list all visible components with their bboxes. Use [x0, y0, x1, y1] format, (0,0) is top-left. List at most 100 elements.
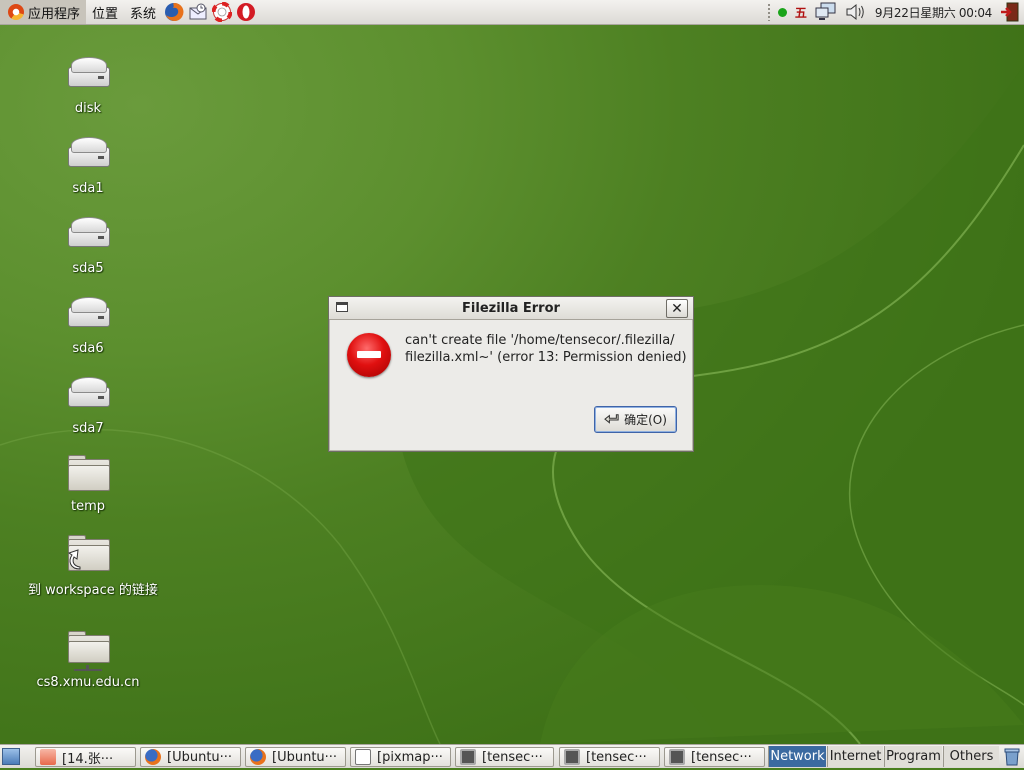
- drive-icon: [66, 135, 110, 175]
- top-panel: 应用程序 位置 系统 五 9月22日星期六 00:04: [0, 0, 1024, 25]
- evolution-icon: [189, 3, 207, 20]
- close-icon: ✕: [671, 300, 683, 317]
- taskbar-button[interactable]: [pixmap···: [350, 747, 451, 767]
- desktop-icon-label: sda7: [72, 421, 104, 436]
- terminal-icon: [460, 749, 476, 765]
- window-menu-icon[interactable]: [336, 302, 348, 312]
- system-menu-label: 系统: [130, 6, 157, 22]
- document-icon: [355, 749, 371, 765]
- panel-separator: [766, 3, 771, 21]
- ok-button[interactable]: 确定(O): [594, 406, 677, 433]
- desktop-icon-label: disk: [74, 101, 102, 116]
- workspace-others[interactable]: Others: [943, 746, 999, 767]
- workspace-internet[interactable]: Internet: [827, 746, 883, 767]
- desktop-icon-workspace-link[interactable]: 到 workspace 的链接: [28, 533, 158, 598]
- places-menu[interactable]: 位置: [86, 0, 124, 24]
- desktop-icon-sda1[interactable]: sda1: [28, 135, 148, 196]
- folder-icon: [66, 453, 110, 493]
- taskbar-button[interactable]: [tensec···: [664, 747, 765, 767]
- help-launcher[interactable]: [211, 1, 233, 23]
- drive-icon: [66, 375, 110, 415]
- system-menu[interactable]: 系统: [124, 0, 162, 24]
- volume-icon: [846, 3, 864, 21]
- dialog-close-button[interactable]: ✕: [666, 299, 688, 318]
- bottom-panel: [14.张··· [Ubuntu··· [Ubuntu··· [pixmap··…: [0, 744, 1024, 768]
- dialog-title: Filezilla Error: [462, 300, 560, 316]
- trash-button[interactable]: [1003, 747, 1021, 766]
- evolution-launcher[interactable]: [187, 1, 209, 23]
- terminal-icon: [669, 749, 685, 765]
- firefox-icon: [250, 749, 266, 765]
- workspace-program[interactable]: Program: [884, 746, 942, 767]
- taskbar-button[interactable]: [Ubuntu···: [140, 747, 241, 767]
- applications-menu-label: 应用程序: [28, 6, 81, 22]
- desktop-icon-sda6[interactable]: sda6: [28, 295, 148, 356]
- taskbar-button[interactable]: [tensec···: [455, 747, 554, 767]
- desktop-icon-label: sda5: [72, 261, 104, 276]
- firefox-icon: [165, 2, 184, 21]
- dialog-titlebar[interactable]: Filezilla Error ✕: [329, 297, 693, 320]
- network-icon: [815, 2, 836, 20]
- places-menu-label: 位置: [92, 6, 119, 22]
- opera-launcher[interactable]: [235, 1, 257, 23]
- ok-check-icon: [604, 413, 619, 424]
- taskbar-label: [tensec···: [691, 749, 752, 765]
- desktop-icon-label: sda6: [72, 341, 104, 356]
- folder-link-icon: [66, 533, 110, 573]
- desktop-icon-disk[interactable]: disk: [28, 55, 148, 116]
- taskbar-button[interactable]: [tensec···: [559, 747, 660, 767]
- taskbar-label: [tensec···: [482, 749, 543, 765]
- desktop-icon-temp[interactable]: temp: [28, 453, 148, 514]
- desktop-icon-label: sda1: [72, 181, 104, 196]
- workspace-label: Internet: [829, 749, 882, 764]
- desktop-icon-label: 到 workspace 的链接: [28, 583, 158, 598]
- ime-label: 五: [794, 5, 807, 20]
- workspace-network[interactable]: Network: [768, 746, 826, 767]
- input-method-indicator[interactable]: 五: [791, 0, 811, 24]
- error-dialog[interactable]: Filezilla Error ✕ can't create file '/ho…: [328, 296, 694, 452]
- volume-control[interactable]: [841, 0, 871, 24]
- clock-text: 9月22日星期六 00:04: [874, 5, 992, 20]
- drive-icon: [66, 215, 110, 255]
- error-message-line: can't create file '/home/tensecor/.filez…: [405, 333, 675, 348]
- applications-menu[interactable]: 应用程序: [0, 0, 87, 24]
- terminal-icon: [564, 749, 580, 765]
- taskbar-label: [Ubuntu···: [272, 749, 338, 765]
- logout-icon: [1001, 2, 1019, 22]
- drive-icon: [66, 295, 110, 335]
- image-icon: [40, 749, 56, 765]
- workspace-label: Others: [949, 749, 994, 764]
- desktop-icon-sda5[interactable]: sda5: [28, 215, 148, 276]
- taskbar-label: [Ubuntu···: [167, 749, 233, 765]
- clock[interactable]: 9月22日星期六 00:04: [871, 0, 996, 24]
- firefox-launcher[interactable]: [163, 1, 185, 23]
- taskbar-label: [pixmap···: [377, 749, 443, 765]
- show-desktop-button[interactable]: [2, 748, 20, 765]
- firefox-icon: [145, 749, 161, 765]
- workspace-label: Program: [886, 749, 941, 764]
- desktop-icon-label: temp: [70, 499, 105, 514]
- desktop-icon-network-share[interactable]: cs8.xmu.edu.cn: [28, 629, 148, 690]
- help-icon: [212, 2, 233, 22]
- ok-button-label: 确定(O): [624, 413, 667, 427]
- desktop-icon-label: cs8.xmu.edu.cn: [36, 675, 140, 690]
- error-message: can't create file '/home/tensecor/.filez…: [405, 332, 690, 366]
- status-indicator[interactable]: [774, 0, 791, 24]
- taskbar-button[interactable]: [14.张···: [35, 747, 136, 767]
- system-tray: 五 9月22日星期六 00:04: [764, 0, 1024, 24]
- logout-button[interactable]: [996, 0, 1024, 24]
- green-dot-icon: [777, 7, 787, 17]
- ubuntu-logo-icon: [8, 4, 24, 20]
- drive-icon: [66, 55, 110, 95]
- taskbar-button[interactable]: [Ubuntu···: [245, 747, 346, 767]
- workspace-label: Network: [770, 749, 825, 764]
- desktop-icon-sda7[interactable]: sda7: [28, 375, 148, 436]
- taskbar-label: [tensec···: [586, 749, 647, 765]
- taskbar-label: [14.张···: [62, 751, 114, 767]
- error-message-line: filezilla.xml~' (error 13: Permission de…: [405, 350, 687, 365]
- error-icon: [347, 333, 391, 377]
- network-status[interactable]: [811, 0, 841, 24]
- network-folder-icon: [66, 629, 110, 671]
- opera-icon: [237, 3, 256, 21]
- trash-icon: [1004, 748, 1020, 766]
